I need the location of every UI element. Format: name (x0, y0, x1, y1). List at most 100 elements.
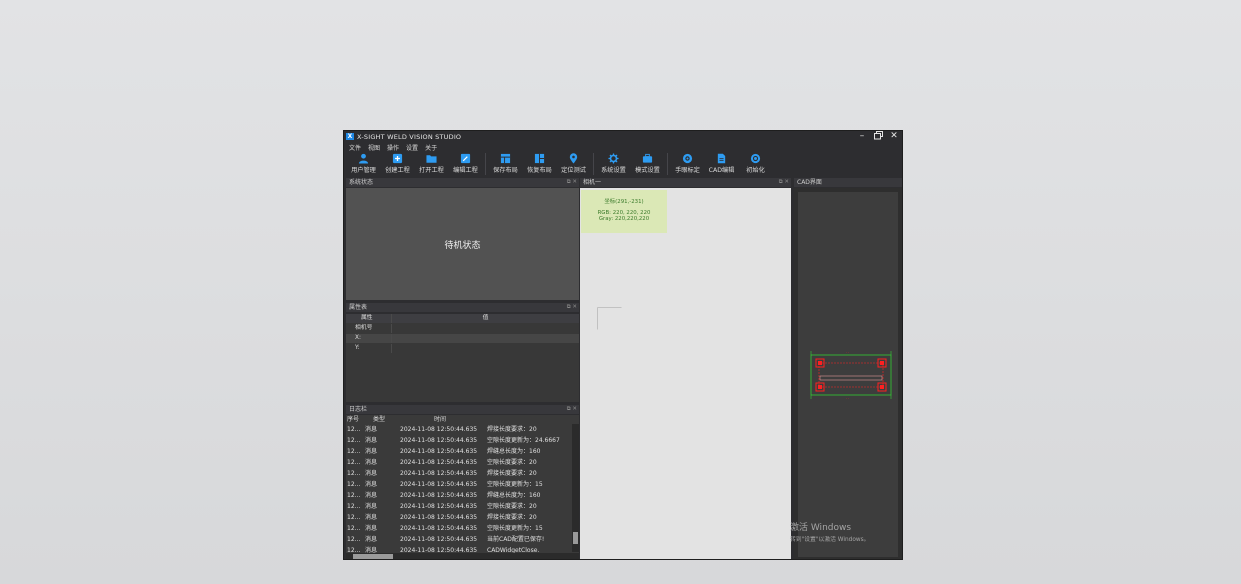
log-row[interactable]: 12... 消息 2024-11-08 12:50:44.635 焊缝总长度为：160 (346, 490, 571, 501)
property-row[interactable]: Y: (346, 344, 579, 353)
log-cell-time: 2024-11-08 12:50:44.635 (400, 426, 478, 433)
panel-title: 系统状态 (349, 179, 374, 186)
log-cell-time: 2024-11-08 12:50:44.635 (400, 470, 478, 477)
cad-edit-button[interactable]: CAD编辑 (705, 152, 738, 174)
panel-controls[interactable]: ⧉ ✕ (567, 178, 577, 187)
watermark-title: 激活 Windows (790, 523, 852, 533)
log-table-header: 序号 类型 时间 (346, 415, 571, 424)
property-row[interactable]: X: (346, 334, 579, 343)
save-layout-button[interactable]: 保存布局 (489, 152, 522, 174)
toolbar: 用户管理 创建工程 打开工程 编辑工程 保存布局 恢复布局 定位测试 系统设置 … (344, 152, 902, 177)
log-panel: 序号 类型 时间 12... 消息 2024-11-08 12:50:44.635 焊… (346, 415, 579, 559)
log-cell-message: 焊接长度要求：20 (487, 426, 537, 433)
panel-controls[interactable]: ⧉ ✕ (779, 178, 789, 187)
mode-settings-button[interactable]: 模式设置 (631, 152, 664, 174)
edit-project-button[interactable]: 编辑工程 (449, 152, 482, 174)
menu-file[interactable]: 文件 (349, 143, 361, 152)
log-cell-time: 2024-11-08 12:50:44.635 (400, 525, 478, 532)
panel-controls[interactable]: ⧉ ✕ (567, 303, 577, 312)
svg-text:· ·: · · (846, 397, 849, 401)
tool-label: CAD编辑 (708, 167, 735, 174)
log-cell-time: 2024-11-08 12:50:44.635 (400, 437, 478, 444)
log-cell-time: 2024-11-08 12:50:44.635 (400, 459, 478, 466)
title-bar: X X-SIGHT WELD VISION STUDIO – ✕ (344, 131, 902, 142)
pixel-info-tooltip: 坐标(291,-231) RGB: 220, 220, 220 Gray: 22… (581, 190, 667, 233)
log-cell-type: 消息 (365, 525, 378, 532)
app-logo-icon: X (346, 133, 354, 140)
property-row[interactable]: 相机号 (346, 324, 579, 333)
open-project-button[interactable]: 打开工程 (415, 152, 448, 174)
log-cell-type: 消息 (365, 514, 378, 521)
menu-view[interactable]: 视图 (368, 143, 380, 152)
column-header-value: 值 (391, 314, 579, 323)
log-cell-message: 焊缝总长度为：160 (487, 492, 541, 499)
log-vertical-scrollbar[interactable] (572, 424, 579, 552)
initialize-button[interactable]: 初始化 (739, 152, 772, 174)
log-cell-type: 消息 (365, 470, 378, 477)
column-header-key: 属性 (361, 315, 373, 321)
user-icon (358, 153, 369, 164)
column-header-type[interactable]: 类型 (373, 415, 385, 424)
folder-icon (426, 155, 437, 163)
log-row[interactable]: 12... 消息 2024-11-08 12:50:44.635 空隙长度要求：20 (346, 501, 571, 512)
log-cell-time: 2024-11-08 12:50:44.635 (400, 481, 478, 488)
toolbar-divider (667, 153, 668, 175)
log-cell-no: 12... (347, 514, 361, 521)
log-cell-type: 消息 (365, 481, 378, 488)
menu-about[interactable]: 关于 (425, 143, 437, 152)
property-key: 相机号 (355, 325, 373, 331)
column-header-no[interactable]: 序号 (347, 415, 359, 424)
log-row[interactable]: 12... 消息 2024-11-08 12:50:44.635 焊接长度要求：20 (346, 512, 571, 523)
toolbar-divider (485, 153, 486, 175)
system-status-panel-header: 系统状态 ⧉ ✕ (346, 178, 579, 187)
cad-canvas[interactable]: · · · · (798, 192, 898, 557)
tool-label: 定位测试 (561, 167, 586, 174)
scrollbar-thumb[interactable] (573, 532, 578, 544)
panel-title: 相机一 (583, 179, 602, 186)
toolbar-divider (593, 153, 594, 175)
log-row[interactable]: 12... 消息 2024-11-08 12:50:44.635 空隙长度更新为：24… (346, 435, 571, 446)
log-cell-time: 2024-11-08 12:50:44.635 (400, 503, 478, 510)
log-cell-type: 消息 (365, 536, 378, 543)
close-button[interactable]: ✕ (886, 131, 902, 142)
log-row[interactable]: 12... 消息 2024-11-08 12:50:44.635 焊接长度要求：20 (346, 424, 571, 435)
locate-test-button[interactable]: 定位测试 (557, 152, 590, 174)
log-horizontal-scrollbar[interactable] (346, 553, 579, 559)
plus-icon (392, 153, 403, 164)
restore-layout-button[interactable]: 恢复布局 (523, 152, 556, 174)
tool-label: 打开工程 (419, 167, 444, 174)
layout-save-icon (500, 153, 511, 164)
log-cell-time: 2024-11-08 12:50:44.635 (400, 514, 478, 521)
briefcase-icon (642, 153, 653, 163)
log-cell-message: 空隙长度要求：20 (487, 459, 537, 466)
user-management-button[interactable]: 用户管理 (347, 152, 380, 174)
maximize-button[interactable] (870, 131, 886, 142)
log-row[interactable]: 12... 消息 2024-11-08 12:50:44.635 当前CAD配置已保存… (346, 534, 571, 545)
cad-drawing: · · · · (810, 351, 892, 401)
scrollbar-thumb[interactable] (353, 554, 393, 559)
system-settings-button[interactable]: 系统设置 (597, 152, 630, 174)
target-icon (682, 153, 693, 164)
menu-settings[interactable]: 设置 (406, 143, 418, 152)
panel-title: 日志栏 (349, 406, 368, 413)
column-header-time[interactable]: 时间 (434, 415, 446, 424)
watermark-subtitle: 转到"设置"以激活 Windows。 (790, 537, 870, 543)
create-project-button[interactable]: 创建工程 (381, 152, 414, 174)
minimize-button[interactable]: – (854, 131, 870, 142)
log-cell-no: 12... (347, 481, 361, 488)
log-cell-no: 12... (347, 437, 361, 444)
camera-view[interactable]: 坐标(291,-231) RGB: 220, 220, 220 Gray: 22… (580, 188, 791, 559)
log-row[interactable]: 12... 消息 2024-11-08 12:50:44.635 空隙长度要求：20 (346, 457, 571, 468)
panel-controls[interactable]: ⧉ ✕ (567, 405, 577, 414)
menu-operate[interactable]: 操作 (387, 143, 399, 152)
hand-eye-calibration-button[interactable]: 手眼标定 (671, 152, 704, 174)
log-row[interactable]: 12... 消息 2024-11-08 12:50:44.635 焊缝总长度为：160 (346, 446, 571, 457)
tool-label: 恢复布局 (527, 167, 552, 174)
log-row[interactable]: 12... 消息 2024-11-08 12:50:44.635 焊接长度要求：20 (346, 468, 571, 479)
tool-label: 用户管理 (351, 167, 376, 174)
log-row[interactable]: 12... 消息 2024-11-08 12:50:44.635 空隙长度更新为：15 (346, 523, 571, 534)
log-cell-no: 12... (347, 426, 361, 433)
location-icon (569, 153, 578, 164)
property-key: Y: (355, 345, 360, 351)
log-row[interactable]: 12... 消息 2024-11-08 12:50:44.635 空隙长度更新为：15 (346, 479, 571, 490)
